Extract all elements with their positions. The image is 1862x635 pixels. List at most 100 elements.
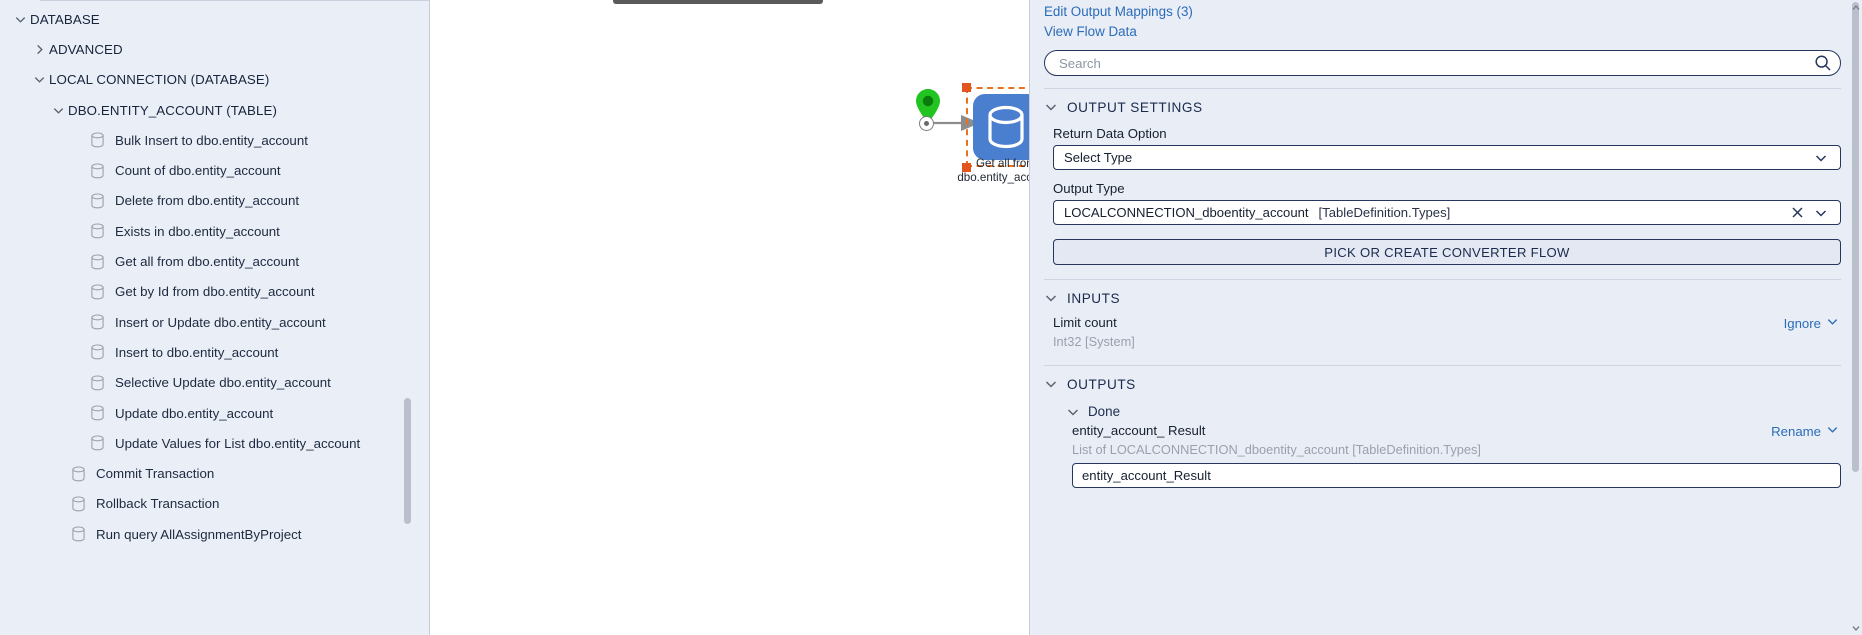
- chevron-down-icon[interactable]: [1812, 149, 1830, 167]
- output-group-done[interactable]: Done: [1066, 404, 1841, 419]
- database-cylinder-icon: [86, 223, 108, 239]
- input-item-limit-count: Limit count Ignore Int32 [System]: [1044, 315, 1841, 349]
- database-cylinder-icon: [86, 405, 108, 421]
- tree-item-label: Bulk Insert to dbo.entity_account: [115, 132, 308, 148]
- section-title-outputs: OUTPUTS: [1067, 376, 1136, 392]
- tree-item-bulk-insert[interactable]: Bulk Insert to dbo.entity_account: [0, 125, 429, 155]
- database-cylinder-icon: [86, 344, 108, 360]
- step-tree: DATABASE ADVANCED LOCAL CONNECTION (DATABA…: [0, 0, 429, 549]
- search-input[interactable]: [1044, 50, 1841, 76]
- tree-item-label: ADVANCED: [49, 41, 123, 57]
- tree-item-exists-in[interactable]: Exists in dbo.entity_account: [0, 216, 429, 246]
- scroll-up-icon[interactable]: [1850, 2, 1861, 13]
- panel-scrollbar-thumb[interactable]: [1852, 2, 1859, 472]
- tree-item-count-of[interactable]: Count of dbo.entity_account: [0, 155, 429, 185]
- output-rename-input[interactable]: [1072, 463, 1841, 488]
- divider-above-inputs: [1044, 279, 1841, 280]
- database-cylinder-icon: [67, 466, 89, 482]
- output-type-suffix: [TableDefinition.Types]: [1318, 205, 1451, 220]
- section-title-inputs: INPUTS: [1067, 290, 1121, 306]
- tree-item-label: DATABASE: [30, 11, 100, 27]
- return-data-option-value: Select Type: [1064, 150, 1133, 165]
- output-action-rename[interactable]: Rename: [1771, 423, 1839, 439]
- database-cylinder-icon: [86, 375, 108, 391]
- tree-item-label: Rollback Transaction: [96, 496, 220, 512]
- tree-item-get-all-from[interactable]: Get all from dbo.entity_account: [0, 246, 429, 276]
- chevron-down-icon[interactable]: [1812, 204, 1830, 222]
- chevron-down-icon: [1826, 423, 1839, 439]
- database-cylinder-icon: [67, 526, 89, 542]
- database-cylinder-icon: [86, 435, 108, 451]
- database-cylinder-icon: [86, 314, 108, 330]
- database-cylinder-icon: [86, 132, 108, 148]
- tree-item-commit-transaction[interactable]: Commit Transaction: [0, 458, 429, 488]
- tree-item-label: Count of dbo.entity_account: [115, 163, 281, 179]
- tree-item-selective-update[interactable]: Selective Update dbo.entity_account: [0, 368, 429, 398]
- pick-or-create-converter-flow-button[interactable]: PICK OR CREATE CONVERTER FLOW: [1053, 239, 1841, 265]
- database-cylinder-icon: [86, 284, 108, 300]
- label-return-data-option: Return Data Option: [1053, 126, 1167, 141]
- flow-designer-window: DATABASE ADVANCED LOCAL CONNECTION (DATABA…: [0, 0, 1862, 635]
- section-header-output-settings[interactable]: OUTPUT SETTINGS: [1044, 92, 1841, 122]
- output-type-text: List of LOCALCONNECTION_dboentity_accoun…: [1072, 442, 1481, 457]
- tree-item-local-connection[interactable]: LOCAL CONNECTION (DATABASE): [0, 65, 429, 95]
- tree-item-label: Commit Transaction: [96, 466, 215, 482]
- tree-item-dbo-entity-account[interactable]: DBO.ENTITY_ACCOUNT (TABLE): [0, 95, 429, 125]
- tree-item-label: DBO.ENTITY_ACCOUNT (TABLE): [68, 102, 277, 118]
- divider-above-outputs: [1044, 365, 1841, 366]
- tree-item-rollback-transaction[interactable]: Rollback Transaction: [0, 489, 429, 519]
- database-cylinder-icon: [86, 193, 108, 209]
- output-type-select[interactable]: LOCALCONNECTION_dboentity_account [TableD…: [1053, 200, 1841, 225]
- chevron-down-icon[interactable]: [48, 104, 68, 117]
- flow-canvas-area[interactable]: Get all from dbo.entity_account Failed D…: [429, 0, 1029, 635]
- return-data-option-select[interactable]: Select Type: [1053, 145, 1841, 170]
- tree-item-label: Run query AllAssignmentByProject: [96, 526, 302, 542]
- section-title-output-settings: OUTPUT SETTINGS: [1067, 99, 1203, 115]
- tree-item-insert-or-update[interactable]: Insert or Update dbo.entity_account: [0, 307, 429, 337]
- search-icon[interactable]: [1814, 54, 1832, 72]
- tree-item-insert-to[interactable]: Insert to dbo.entity_account: [0, 337, 429, 367]
- output-name: entity_account_ Result: [1072, 423, 1206, 438]
- close-icon[interactable]: [1788, 204, 1806, 222]
- label-output-type: Output Type: [1053, 181, 1125, 196]
- input-action-ignore[interactable]: Ignore: [1784, 315, 1839, 331]
- output-item-entity-account-result: entity_account_ Result Rename List of LO…: [1072, 423, 1841, 488]
- chevron-right-icon[interactable]: [29, 43, 49, 56]
- tree-item-advanced[interactable]: ADVANCED: [0, 34, 429, 64]
- chevron-down-icon: [1044, 100, 1058, 114]
- tree-item-update-values[interactable]: Update Values for List dbo.entity_accoun…: [0, 428, 429, 458]
- scroll-down-icon[interactable]: [1850, 622, 1861, 633]
- tree-item-label: Insert to dbo.entity_account: [115, 344, 279, 360]
- sidebar-scrollbar-thumb[interactable]: [404, 398, 411, 524]
- section-header-inputs[interactable]: INPUTS: [1044, 283, 1841, 313]
- tree-item-database[interactable]: DATABASE: [0, 4, 429, 34]
- chevron-down-icon[interactable]: [29, 73, 49, 86]
- flow-canvas[interactable]: [429, 13, 1019, 635]
- tree-item-label: Insert or Update dbo.entity_account: [115, 314, 326, 330]
- search-field: [1044, 50, 1841, 76]
- tree-item-run-query[interactable]: Run query AllAssignmentByProject: [0, 519, 429, 549]
- tree-item-label: Get by Id from dbo.entity_account: [115, 284, 315, 300]
- tree-item-update[interactable]: Update dbo.entity_account: [0, 398, 429, 428]
- tree-item-delete-from[interactable]: Delete from dbo.entity_account: [0, 186, 429, 216]
- database-cylinder-icon: [86, 253, 108, 270]
- input-action-label: Ignore: [1783, 315, 1821, 331]
- input-name: Limit count: [1053, 315, 1117, 330]
- database-cylinder-icon: [86, 163, 108, 179]
- view-flow-data-link[interactable]: View Flow Data: [1044, 22, 1841, 42]
- tree-item-get-by-id[interactable]: Get by Id from dbo.entity_account: [0, 277, 429, 307]
- chevron-down-icon[interactable]: [10, 13, 30, 26]
- tree-item-label: Exists in dbo.entity_account: [115, 223, 280, 239]
- step-properties-panel: Edit Output Mappings (3) View Flow Data: [1029, 0, 1862, 635]
- canvas-toolbar-tab[interactable]: [613, 0, 823, 4]
- section-header-outputs[interactable]: OUTPUTS: [1044, 369, 1841, 399]
- input-type: Int32 [System]: [1053, 334, 1135, 349]
- tree-item-label: Update dbo.entity_account: [115, 405, 274, 421]
- sidebar-scrollbar-track[interactable]: [404, 0, 411, 635]
- chevron-down-icon: [1044, 377, 1058, 391]
- panel-links: Edit Output Mappings (3) View Flow Data: [1044, 0, 1841, 41]
- tree-item-label: Get all from dbo.entity_account: [115, 254, 300, 270]
- tree-item-label: LOCAL CONNECTION (DATABASE): [49, 72, 270, 88]
- edit-output-mappings-link[interactable]: Edit Output Mappings (3): [1044, 2, 1841, 22]
- divider-above-output-settings: [1044, 88, 1841, 89]
